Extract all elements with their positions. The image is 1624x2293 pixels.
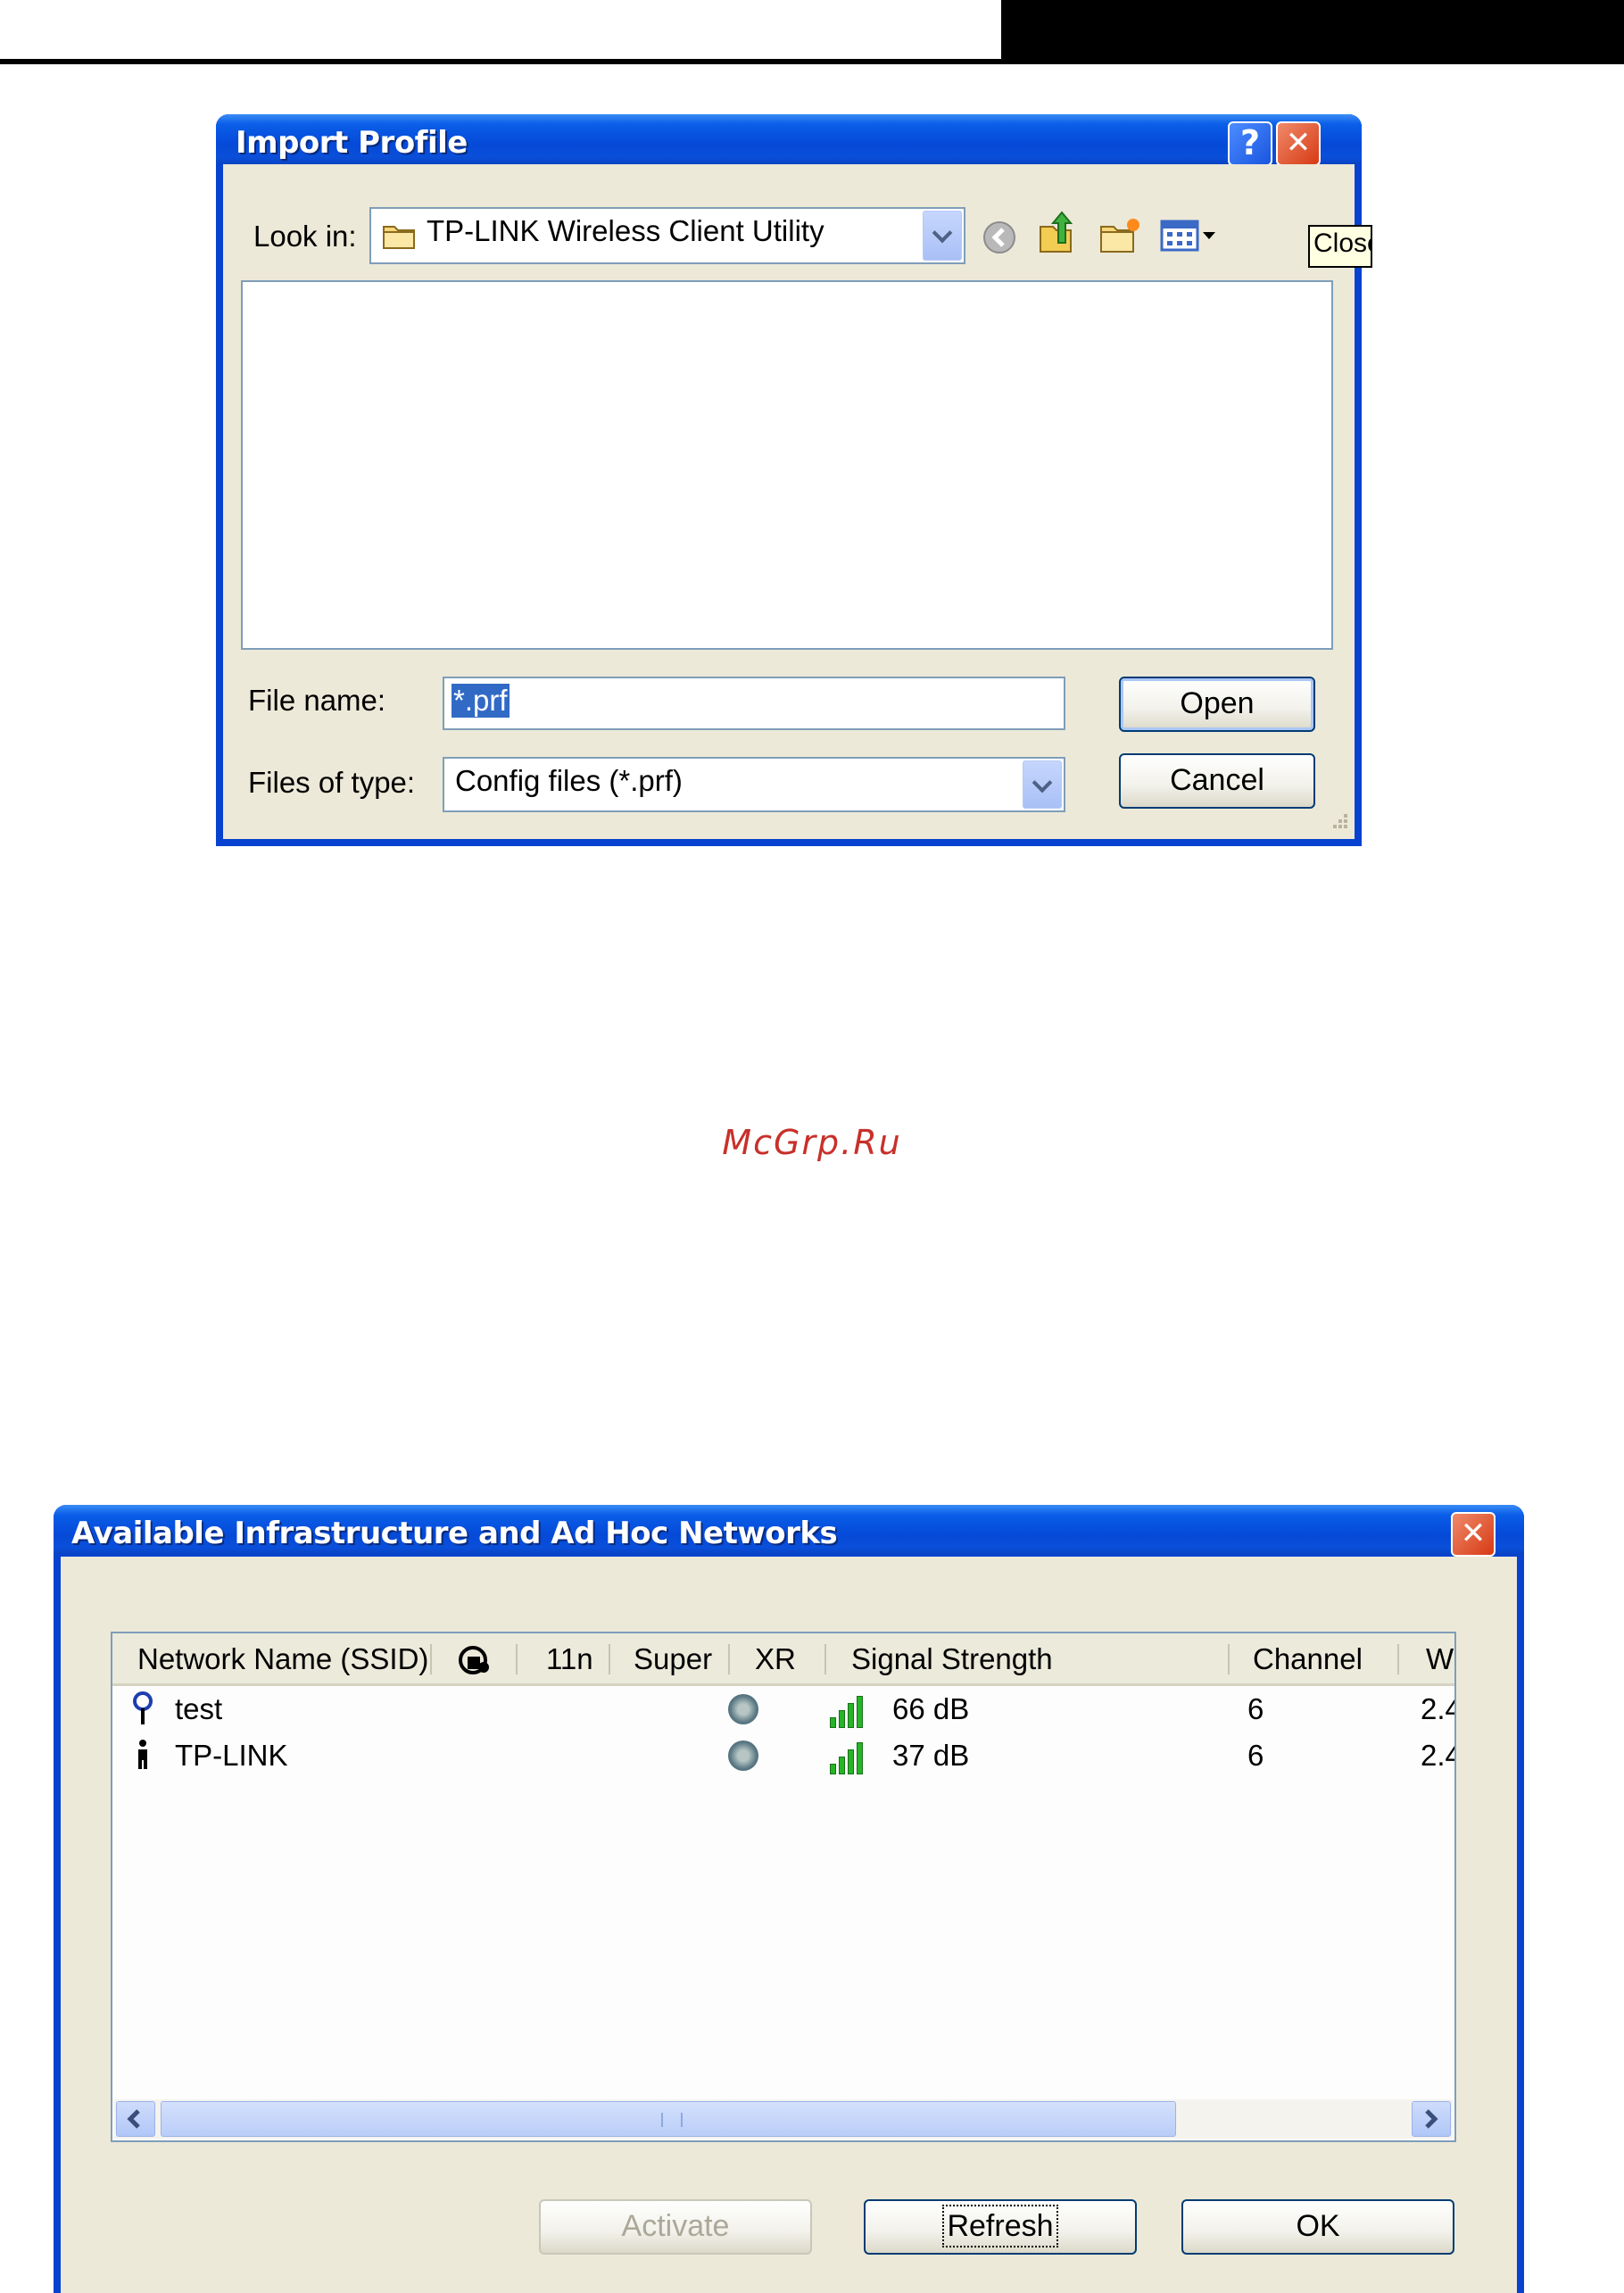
files-of-type-label: Files of type: xyxy=(248,766,416,799)
column-separator xyxy=(1228,1644,1230,1674)
ssid-cell: test xyxy=(175,1692,223,1725)
column-separator xyxy=(1397,1644,1399,1674)
access-point-icon xyxy=(133,1691,153,1724)
chevron-left-icon xyxy=(127,2109,140,2129)
dialog-body: Look in: TP-LINK Wireless Client Utility xyxy=(223,164,1372,839)
column-separator xyxy=(824,1644,826,1674)
new-folder-icon[interactable] xyxy=(1098,216,1142,255)
refresh-button[interactable]: Refresh xyxy=(864,2199,1137,2255)
table-row[interactable]: TP-LINK 37 dB 6 2.4 xyxy=(112,1733,1454,1780)
file-name-value: *.prf xyxy=(452,684,510,718)
scroll-left-button[interactable] xyxy=(116,2101,155,2137)
column-separator xyxy=(516,1644,518,1674)
files-of-type-dropdown-button[interactable] xyxy=(1023,760,1062,809)
resize-grip-icon[interactable] xyxy=(1326,810,1349,834)
dialog-title: Available Infrastructure and Ad Hoc Netw… xyxy=(71,1516,838,1551)
signal-cell: 37 dB xyxy=(892,1739,970,1772)
cancel-button-label: Cancel xyxy=(1170,763,1264,797)
open-button-label: Open xyxy=(1180,686,1255,720)
view-menu-icon[interactable] xyxy=(1160,218,1222,253)
security-lock-column-icon[interactable] xyxy=(455,1641,494,1680)
file-list[interactable] xyxy=(241,280,1333,650)
ssid-cell: TP-LINK xyxy=(175,1739,288,1772)
ok-button-label: OK xyxy=(1296,2209,1340,2243)
import-profile-dialog: Import Profile ? ✕ Look in: TP-LINK Wire… xyxy=(216,114,1372,846)
look-in-value: TP-LINK Wireless Client Utility xyxy=(427,214,824,247)
column-super[interactable]: Super xyxy=(634,1642,712,1676)
column-channel[interactable]: Channel xyxy=(1253,1642,1363,1676)
column-ssid[interactable]: Network Name (SSID) xyxy=(137,1642,428,1676)
activate-button-label: Activate xyxy=(621,2209,730,2243)
signal-bars-icon xyxy=(830,1739,871,1774)
file-name-label: File name: xyxy=(248,684,386,717)
refresh-button-label: Refresh xyxy=(942,2205,1058,2247)
adhoc-station-icon xyxy=(138,1740,147,1769)
table-row[interactable]: test 66 dB 6 2.4 xyxy=(112,1687,1454,1733)
column-separator xyxy=(609,1644,610,1674)
column-separator xyxy=(430,1644,432,1674)
channel-cell: 6 xyxy=(1247,1692,1264,1725)
file-name-input[interactable]: *.prf xyxy=(443,677,1065,730)
xr-icon xyxy=(728,1694,758,1724)
scroll-thumb[interactable] xyxy=(161,2101,1176,2137)
signal-cell: 66 dB xyxy=(892,1692,970,1725)
column-11n[interactable]: 11n xyxy=(546,1642,593,1676)
scroll-right-button[interactable] xyxy=(1412,2101,1451,2137)
w-cell: 2.4 xyxy=(1421,1739,1454,1772)
files-of-type-value: Config files (*.prf) xyxy=(455,764,683,797)
horizontal-scrollbar[interactable] xyxy=(114,2099,1453,2139)
up-folder-icon[interactable] xyxy=(1035,211,1076,255)
help-button[interactable]: ? xyxy=(1228,121,1272,166)
look-in-label: Look in: xyxy=(253,220,357,253)
close-button[interactable]: ✕ xyxy=(1276,121,1321,166)
close-button[interactable]: ✕ xyxy=(1451,1512,1496,1557)
dialog-body: Network Name (SSID) 11n Super XR Signal … xyxy=(61,1557,1517,2293)
column-signal-strength[interactable]: Signal Strength xyxy=(851,1642,1053,1676)
ok-button[interactable]: OK xyxy=(1181,2199,1454,2255)
signal-bars-icon xyxy=(830,1692,871,1728)
files-of-type-combo[interactable]: Config files (*.prf) xyxy=(443,757,1065,812)
column-w[interactable]: W xyxy=(1426,1642,1454,1676)
page-top-rule xyxy=(0,59,1001,64)
close-tooltip: Close xyxy=(1308,225,1372,268)
networks-list[interactable]: Network Name (SSID) 11n Super XR Signal … xyxy=(111,1632,1456,2142)
chevron-right-icon xyxy=(1425,2109,1438,2129)
xr-icon xyxy=(728,1741,758,1771)
page-header-block xyxy=(1001,0,1624,64)
title-bar: Import Profile ? ✕ xyxy=(216,114,1362,166)
title-bar: Available Infrastructure and Ad Hoc Netw… xyxy=(54,1505,1524,1557)
list-header: Network Name (SSID) 11n Super XR Signal … xyxy=(112,1633,1454,1686)
watermark: McGrp.Ru xyxy=(722,1123,902,1162)
column-xr[interactable]: XR xyxy=(755,1642,796,1676)
available-networks-dialog: Available Infrastructure and Ad Hoc Netw… xyxy=(54,1505,1524,2293)
column-separator xyxy=(728,1644,730,1674)
back-icon[interactable] xyxy=(982,220,1017,255)
cancel-button[interactable]: Cancel xyxy=(1119,753,1315,809)
w-cell: 2.4 xyxy=(1421,1692,1454,1725)
look-in-dropdown-button[interactable] xyxy=(923,211,962,261)
dialog-title: Import Profile xyxy=(236,125,468,161)
open-button[interactable]: Open xyxy=(1119,677,1315,732)
activate-button[interactable]: Activate xyxy=(539,2199,812,2255)
channel-cell: 6 xyxy=(1247,1739,1264,1772)
look-in-combo[interactable]: TP-LINK Wireless Client Utility xyxy=(369,207,965,264)
folder-icon xyxy=(383,226,415,249)
